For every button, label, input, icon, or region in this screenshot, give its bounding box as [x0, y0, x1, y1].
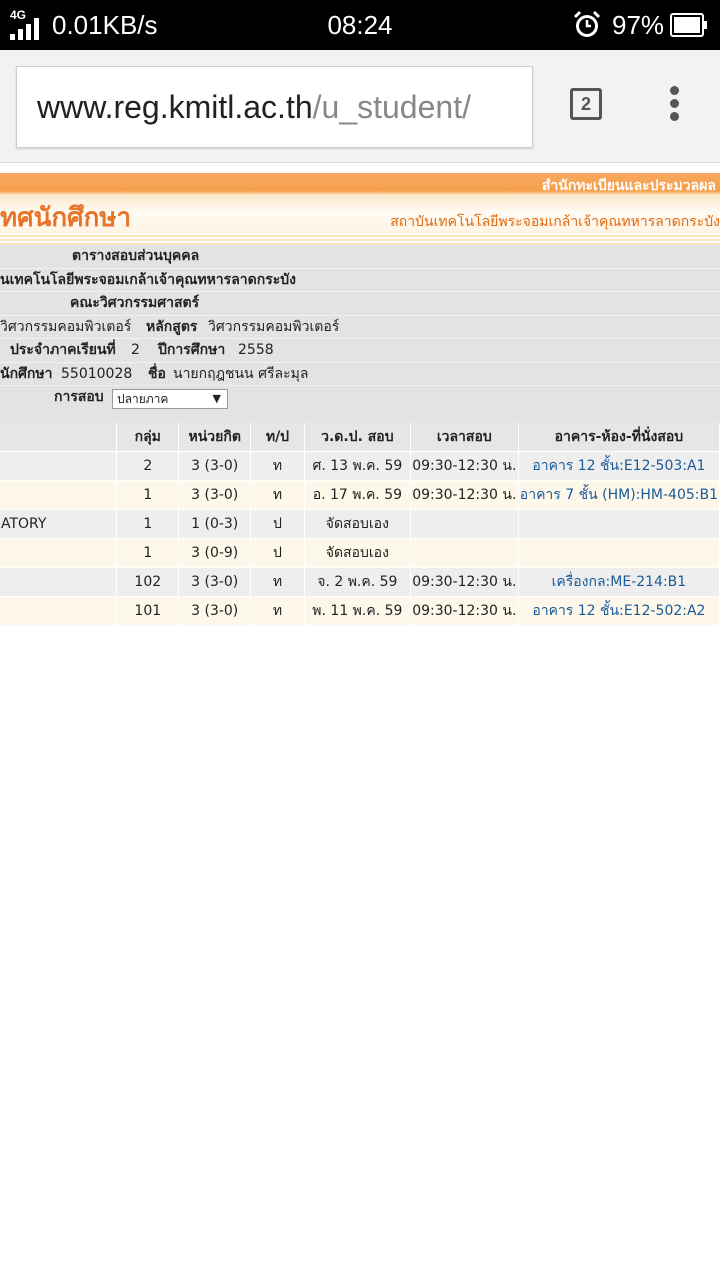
- course-name: [0, 596, 118, 625]
- exam-label: การสอบ: [54, 389, 104, 405]
- battery-icon: [670, 13, 707, 37]
- exam-room-link[interactable]: เครื่องกล:ME-214:B1: [518, 567, 720, 597]
- credit: 3 (3-0): [178, 567, 252, 597]
- semester-label: ประจำภาคเรียนที่: [10, 342, 116, 358]
- browser-toolbar: www.reg.kmitl.ac.th/u_student/ 2: [0, 50, 720, 163]
- exam-date: จัดสอบเอง: [304, 509, 411, 539]
- group: 2: [116, 451, 180, 481]
- institute-name: นเทคโนโลยีพระจอมเกล้าเจ้าคุณทหารลาดกระบั…: [0, 271, 296, 288]
- banner-institute: สถาบันเทคโนโลยีพระจอมเกล้าเจ้าคุณทหารลาด…: [390, 214, 720, 230]
- credit: 3 (3-0): [178, 596, 252, 625]
- exam-room-link[interactable]: อาคาร 12 ชั้น:E12-502:A2: [518, 596, 720, 625]
- exam-date: จ. 2 พ.ค. 59: [304, 567, 411, 597]
- table-row: ATORY 1 1 (0-3) ป จัดสอบเอง: [0, 509, 720, 539]
- address-bar[interactable]: www.reg.kmitl.ac.th/u_student/: [16, 66, 533, 148]
- course-name: [0, 567, 118, 597]
- year-value: 2558: [238, 342, 274, 358]
- semester-value: 2: [131, 342, 140, 358]
- exam-room-link: [518, 509, 720, 539]
- exam-type-value: ปลายภาค: [117, 392, 169, 406]
- info-row: นักศึกษา 55010028 ชื่อ นายกฤฎชนน ศรีละมุ…: [0, 363, 720, 386]
- table-header-row: กลุ่ม หน่วยกิต ท/ป ว.ด.ป. สอบ เวลาสอบ อา…: [0, 423, 720, 452]
- web-page: ทศนักศึกษา สำนักทะเบียนและประมวลผล สถาบั…: [0, 163, 720, 1280]
- type: ท: [250, 596, 305, 625]
- course-name: [0, 451, 118, 481]
- banner-title: ทศนักศึกษา: [0, 203, 132, 233]
- student-info: ตารางสอบส่วนบุคคล นเทคโนโลยีพระจอมเกล้าเ…: [0, 245, 720, 432]
- type: ท: [250, 480, 305, 510]
- exam-date: อ. 17 พ.ค. 59: [304, 480, 411, 510]
- table-row: 1 3 (0-9) ป จัดสอบเอง: [0, 538, 720, 568]
- exam-date: จัดสอบเอง: [304, 538, 411, 568]
- alarm-icon: [573, 10, 601, 37]
- student-id-label: นักศึกษา: [0, 365, 53, 382]
- year-label: ปีการศึกษา: [158, 342, 226, 358]
- name-label: ชื่อ: [148, 365, 166, 382]
- exam-room-link[interactable]: อาคาร 7 ชั้น (HM):HM-405:B1: [518, 480, 720, 510]
- exam-time: 09:30-12:30 น.: [410, 567, 519, 597]
- url-text: www.reg.kmitl.ac.th/u_student/: [37, 89, 471, 126]
- info-row: นเทคโนโลยีพระจอมเกล้าเจ้าคุณทหารลาดกระบั…: [0, 269, 720, 292]
- table-row: 101 3 (3-0) ท พ. 11 พ.ค. 59 09:30-12:30 …: [0, 596, 720, 625]
- group: 1: [116, 538, 180, 568]
- page-heading: ตารางสอบส่วนบุคคล: [72, 248, 200, 264]
- header-date: ว.ด.ป. สอบ: [304, 423, 411, 452]
- header-room: อาคาร-ห้อง-ที่นั่งสอบ: [518, 423, 720, 452]
- info-row: ประจำภาคเรียนที่ 2 ปีการศึกษา 2558: [0, 339, 720, 363]
- curriculum-value: วิศวกรรมคอมพิวเตอร์: [208, 318, 340, 335]
- credit: 3 (3-0): [178, 451, 252, 481]
- tab-switcher-button[interactable]: 2: [570, 88, 602, 120]
- url-path: /u_student/: [312, 89, 471, 125]
- exam-date: พ. 11 พ.ค. 59: [304, 596, 411, 625]
- banner-office: สำนักทะเบียนและประมวลผล: [541, 178, 716, 194]
- url-host: www.reg.kmitl.ac.th: [37, 89, 313, 125]
- more-menu-icon[interactable]: [664, 86, 684, 126]
- group: 102: [116, 567, 180, 597]
- course-name: ATORY: [0, 509, 118, 539]
- exam-room-link: [518, 538, 720, 568]
- exam-date: ศ. 13 พ.ค. 59: [304, 451, 411, 481]
- curriculum-label: หลักสูตร: [146, 318, 198, 335]
- credit: 1 (0-3): [178, 509, 252, 539]
- exam-room-link[interactable]: อาคาร 12 ชั้น:E12-503:A1: [518, 451, 720, 481]
- credit: 3 (0-9): [178, 538, 252, 568]
- table-row: 2 3 (3-0) ท ศ. 13 พ.ค. 59 09:30-12:30 น.…: [0, 451, 720, 481]
- header-banner: ทศนักศึกษา สำนักทะเบียนและประมวลผล สถาบั…: [0, 173, 720, 245]
- group: 101: [116, 596, 180, 625]
- type: ท: [250, 451, 305, 481]
- type: ป: [250, 538, 305, 568]
- info-row: วิศวกรรมคอมพิวเตอร์ หลักสูตร วิศวกรรมคอม…: [0, 316, 720, 339]
- exam-time: 09:30-12:30 น.: [410, 451, 519, 481]
- header-time: เวลาสอบ: [410, 423, 519, 452]
- table-row: 102 3 (3-0) ท จ. 2 พ.ค. 59 09:30-12:30 น…: [0, 567, 720, 597]
- exam-time: [410, 538, 519, 568]
- course-name: [0, 480, 118, 510]
- student-name: นายกฤฎชนน ศรีละมุล: [173, 365, 309, 382]
- header-type: ท/ป: [250, 423, 305, 452]
- table-row: 1 3 (3-0) ท อ. 17 พ.ค. 59 09:30-12:30 น.…: [0, 480, 720, 510]
- faculty-name: คณะวิศวกรรมศาสตร์: [70, 295, 200, 311]
- info-row: คณะวิศวกรรมศาสตร์: [0, 292, 720, 316]
- exam-schedule-table: กลุ่ม หน่วยกิต ท/ป ว.ด.ป. สอบ เวลาสอบ อา…: [0, 423, 720, 625]
- course-name: [0, 538, 118, 568]
- header-credit: หน่วยกิต: [178, 423, 252, 452]
- header-course: [0, 423, 118, 452]
- info-row: ตารางสอบส่วนบุคคล: [0, 245, 720, 269]
- status-bar: 4G 0.01KB/s 08:24 97%: [0, 0, 720, 50]
- battery-percent: 97%: [612, 10, 665, 40]
- department-value: วิศวกรรมคอมพิวเตอร์: [0, 318, 132, 335]
- student-id-value: 55010028: [61, 365, 133, 382]
- header-group: กลุ่ม: [116, 423, 180, 452]
- exam-time: 09:30-12:30 น.: [410, 480, 519, 510]
- exam-time: [410, 509, 519, 539]
- dropdown-arrow-icon: ▼: [212, 392, 221, 405]
- group: 1: [116, 480, 180, 510]
- exam-time: 09:30-12:30 น.: [410, 596, 519, 625]
- type: ท: [250, 567, 305, 597]
- exam-type-select[interactable]: ปลายภาค ▼: [112, 389, 228, 409]
- group: 1: [116, 509, 180, 539]
- type: ป: [250, 509, 305, 539]
- credit: 3 (3-0): [178, 480, 252, 510]
